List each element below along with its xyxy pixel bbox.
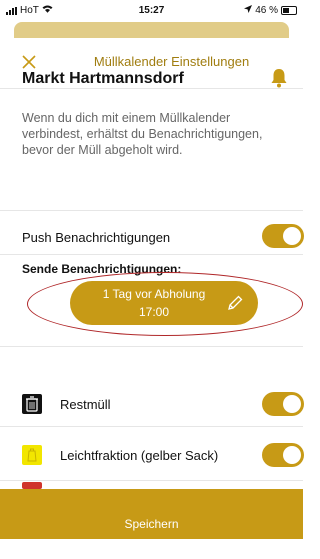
waste-label-gelber-sack: Leichtfraktion (gelber Sack) [60, 448, 219, 463]
status-bar: HoT 15:27 46 % [0, 0, 303, 22]
restmuell-toggle[interactable] [262, 392, 304, 416]
battery-icon [281, 6, 297, 15]
battery-percent: 46 % [255, 5, 278, 16]
push-notifications-label: Push Benachrichtigungen [22, 230, 171, 245]
gelber-sack-toggle[interactable] [262, 443, 304, 467]
toggle-knob [283, 227, 301, 245]
highlight-annotation [27, 272, 303, 336]
page-title: Müllkalender Einstellungen [93, 54, 250, 69]
divider [0, 426, 303, 427]
save-button-label: Speichern [124, 517, 179, 531]
close-icon [22, 55, 36, 69]
status-right: 46 % [244, 5, 297, 16]
divider [0, 346, 303, 347]
next-waste-icon-partial [22, 482, 42, 489]
trash-bin-icon [22, 394, 42, 414]
yellow-bag-icon [22, 445, 42, 465]
location-name: Markt Hartmannsdorf [22, 70, 184, 87]
bell-icon[interactable] [270, 68, 288, 88]
location-description: Wenn du dich mit einem Müllkalender verb… [22, 111, 263, 157]
push-notifications-toggle[interactable] [262, 224, 304, 248]
divider [0, 480, 303, 481]
header-divider [0, 88, 303, 89]
divider [0, 254, 303, 255]
toggle-knob [283, 446, 301, 464]
toggle-knob [283, 395, 301, 413]
waste-label-restmuell: Restmüll [60, 397, 111, 412]
location-arrow-icon [244, 5, 253, 16]
close-button[interactable] [22, 52, 42, 72]
divider [0, 210, 303, 211]
save-button[interactable]: Speichern [0, 489, 303, 539]
